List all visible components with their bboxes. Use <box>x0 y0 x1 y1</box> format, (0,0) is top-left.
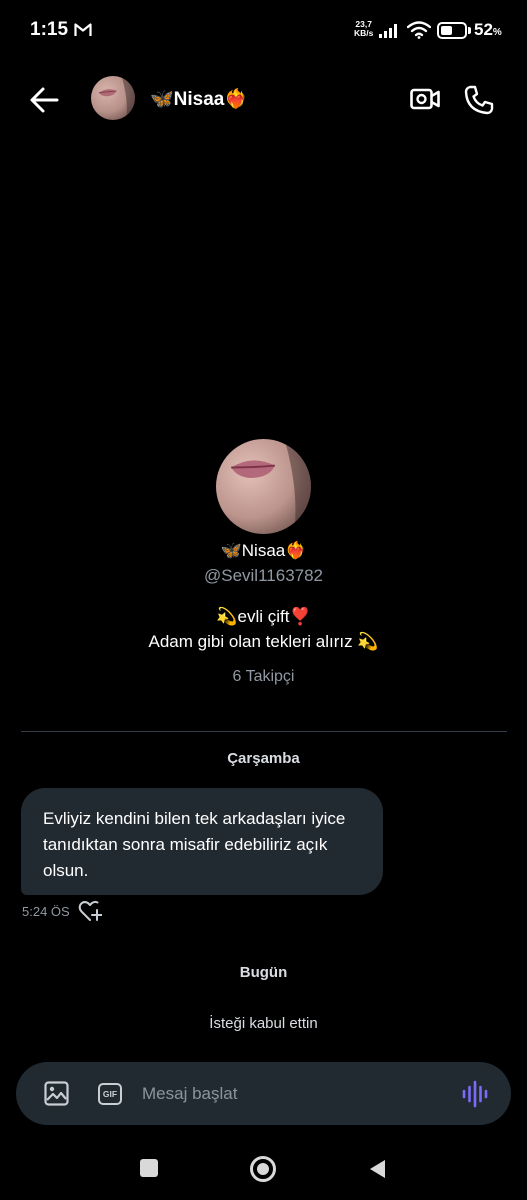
profile-avatar-image <box>216 439 311 534</box>
battery-icon <box>437 22 467 39</box>
profile-handle: @Sevil1163782 <box>203 566 324 585</box>
chat-screen: 1:15 23,7 KB/s 52% <box>0 0 527 1200</box>
wifi-icon <box>407 21 431 39</box>
message-input[interactable] <box>142 1078 452 1110</box>
message-bubble[interactable]: Evliyiz kendini bilen tek arkadaşları iy… <box>21 788 383 895</box>
recents-button[interactable] <box>140 1159 158 1177</box>
image-icon[interactable] <box>44 1081 69 1106</box>
battery-percent-sign: % <box>492 27 502 38</box>
header-contact-name[interactable]: 🦋Nisaa❤️‍🔥 <box>150 87 248 111</box>
header-avatar[interactable] <box>91 76 135 120</box>
voice-wave-icon[interactable] <box>462 1080 488 1108</box>
avatar-image <box>91 76 135 120</box>
profile-bio-line-2: Adam gibi olan tekleri alırız 💫 <box>148 632 379 651</box>
profile-bio-line-1: 💫evli çift❣️ <box>216 607 311 626</box>
battery-percent-value: 52 <box>474 20 493 39</box>
system-message: İsteği kabul ettin <box>209 1015 318 1032</box>
day-separator: Bugün <box>239 964 288 981</box>
network-speed-unit: KB/s <box>354 28 374 38</box>
message-time: 5:24 ÖS <box>22 904 70 919</box>
message-composer: GIF <box>16 1062 511 1125</box>
profile-name: 🦋Nisaa❤️‍🔥 <box>220 541 307 560</box>
battery-fill <box>441 26 453 35</box>
divider <box>21 731 507 732</box>
system-nav-bar <box>0 1140 527 1200</box>
home-button[interactable] <box>250 1156 276 1182</box>
nav-back-icon[interactable] <box>367 1158 387 1180</box>
profile-followers[interactable]: 6 Takipçi <box>0 668 527 686</box>
network-speed: 23,7 KB/s <box>354 20 373 38</box>
day-separator: Çarşamba <box>227 750 300 767</box>
signal-icon <box>379 24 397 38</box>
gif-icon[interactable]: GIF <box>98 1083 122 1105</box>
status-time: 1:15 <box>30 19 69 40</box>
gmail-icon <box>74 23 92 36</box>
profile-bio: 💫evli çift❣️ Adam gibi olan tekleri alır… <box>0 604 527 654</box>
phone-icon[interactable] <box>463 84 495 116</box>
video-camera-icon[interactable] <box>409 84 441 114</box>
profile-avatar[interactable] <box>216 439 311 534</box>
heart-plus-icon[interactable] <box>78 900 102 922</box>
back-arrow-icon[interactable] <box>28 86 60 114</box>
chat-header: 🦋Nisaa❤️‍🔥 <box>0 62 527 138</box>
battery-percent: 52% <box>474 20 502 40</box>
status-bar: 1:15 23,7 KB/s 52% <box>0 0 527 62</box>
battery-tip <box>468 27 471 34</box>
